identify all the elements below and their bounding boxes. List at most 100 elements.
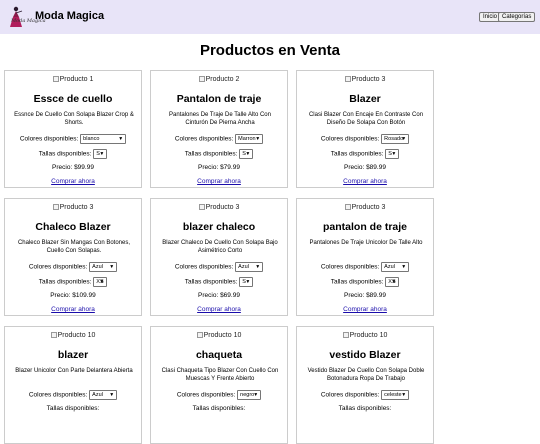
colors-label: Colores disponibles: <box>320 391 380 399</box>
sizes-label: Tallas disponibles: <box>184 278 238 286</box>
product-name: blazer <box>57 349 89 361</box>
buy-row: Comprar ahora <box>297 306 433 313</box>
sizes-label: Tallas disponibles: <box>46 405 100 412</box>
colors-label: Colores disponibles: <box>19 135 79 143</box>
product-price: Precio: $79.99 <box>198 164 240 171</box>
product-description: Essnce De Cuello Con Solapa Blazer Crop … <box>14 112 134 126</box>
colors-label: Colores disponibles: <box>320 135 380 143</box>
chevron-down-icon: ▼ <box>118 136 124 142</box>
color-select[interactable]: celeste ▼ <box>381 390 410 400</box>
product-image-alt: Producto 10 <box>203 332 242 339</box>
broken-image-icon <box>198 204 205 210</box>
broken-image-icon <box>344 76 351 82</box>
sizes-row: Tallas disponibles: <box>297 405 433 412</box>
colors-row: Colores disponibles: Azul ▼ <box>297 262 433 272</box>
brand-name[interactable]: Moda Magica <box>35 10 104 22</box>
sizes-label: Tallas disponibles: <box>192 405 246 412</box>
chevron-down-icon: ▼ <box>245 279 251 285</box>
size-select[interactable]: S ▼ <box>385 149 400 159</box>
color-select-value: Azul <box>384 264 395 270</box>
product-card: Producto 2 Pantalon de traje Pantalones De… <box>150 70 288 188</box>
chevron-down-icon: ▼ <box>109 392 115 398</box>
product-image-alt: Producto 2 <box>205 76 240 83</box>
color-select[interactable]: Azul ▼ <box>235 262 264 272</box>
product-card: Producto 10 blazer Blazer Unicolor Con Par… <box>4 326 142 444</box>
product-description: Blazer Chaleco De Cuello Con Solapa Bajo… <box>162 240 278 254</box>
product-image-alt: Producto 10 <box>57 332 96 339</box>
product-description: Clasi Chaqueta Tipo Blazer Con Cuello Co… <box>161 368 279 382</box>
product-description: Pantalones De Traje De Talle Alto Con Ci… <box>169 112 271 126</box>
color-select[interactable]: blanco ▼ <box>80 134 127 144</box>
colors-row: Colores disponibles: celeste ▼ <box>297 390 433 400</box>
product-description: Chaleco Blazer Sin Mangas Con Botones, C… <box>17 240 131 254</box>
product-image: Producto 10 <box>151 332 287 339</box>
product-price: Precio: $109.99 <box>50 292 96 299</box>
size-select[interactable]: S ▼ <box>93 149 108 159</box>
buy-row: Comprar ahora <box>151 306 287 313</box>
chevron-down-icon: ▼ <box>401 392 407 398</box>
product-image: Producto 3 <box>297 204 433 211</box>
product-card: Producto 1 Essce de cuello Essnce De Cuell… <box>4 70 142 188</box>
sizes-row: Tallas disponibles: S ▼ <box>151 277 287 287</box>
broken-image-icon <box>50 332 57 338</box>
size-select[interactable]: S ▼ <box>239 149 254 159</box>
buy-now-link[interactable]: Comprar ahora <box>343 178 387 185</box>
color-select-value: Azul <box>92 392 103 398</box>
product-card: Producto 10 chaqueta Clasi Chaqueta Tipo B… <box>150 326 288 444</box>
sizes-label: Tallas disponibles: <box>338 405 392 412</box>
sizes-label: Tallas disponibles: <box>184 150 238 158</box>
colors-row: Colores disponibles: Marron ▼ <box>151 134 287 144</box>
buy-now-link[interactable]: Comprar ahora <box>197 178 241 185</box>
colors-row: Colores disponibles: Azul ▼ <box>151 262 287 272</box>
size-select[interactable]: S ▼ <box>239 277 254 287</box>
buy-now-link[interactable]: Comprar ahora <box>51 178 95 185</box>
chevron-down-icon: ▼ <box>99 151 105 157</box>
size-select[interactable]: XS ▼ <box>93 277 108 287</box>
colors-label: Colores disponibles: <box>28 263 88 271</box>
buy-now-link[interactable]: Comprar ahora <box>51 306 95 313</box>
chevron-down-icon: ▼ <box>253 392 259 398</box>
color-select[interactable]: Marron ▼ <box>235 134 264 144</box>
colors-row: Colores disponibles: Azul ▼ <box>5 390 141 400</box>
size-select[interactable]: XS ▼ <box>385 277 400 287</box>
product-image-alt: Producto 3 <box>351 204 386 211</box>
product-image-alt: Producto 10 <box>349 332 388 339</box>
buy-row: Comprar ahora <box>151 178 287 185</box>
buy-now-link[interactable]: Comprar ahora <box>197 306 241 313</box>
chevron-down-icon: ▼ <box>255 136 261 142</box>
color-select[interactable]: negro ▼ <box>237 390 262 400</box>
color-select[interactable]: Azul ▼ <box>89 262 118 272</box>
broken-image-icon <box>342 332 349 338</box>
product-description: Vestido Blazer De Cuello Con Solapa Dobl… <box>307 368 425 382</box>
color-select[interactable]: Rosado ▼ <box>381 134 410 144</box>
colors-label: Colores disponibles: <box>174 263 234 271</box>
color-select-value: Azul <box>92 264 103 270</box>
product-image: Producto 1 <box>5 76 141 83</box>
page-title: Productos en Venta <box>199 42 341 59</box>
buy-row: Comprar ahora <box>297 178 433 185</box>
product-image: Producto 2 <box>151 76 287 83</box>
chevron-down-icon: ▼ <box>245 151 251 157</box>
product-image: Producto 10 <box>297 332 433 339</box>
buy-now-link[interactable]: Comprar ahora <box>343 306 387 313</box>
nav-categorias-button[interactable]: Categorías <box>498 12 536 22</box>
colors-row: Colores disponibles: Rosado ▼ <box>297 134 433 144</box>
colors-label: Colores disponibles: <box>28 391 88 399</box>
sizes-label: Tallas disponibles: <box>330 150 384 158</box>
sizes-row: Tallas disponibles: XS ▼ <box>297 277 433 287</box>
colors-label: Colores disponibles: <box>176 391 236 399</box>
product-name: pantalon de traje <box>322 221 407 233</box>
sizes-label: Tallas disponibles: <box>38 278 92 286</box>
product-image-alt: Producto 3 <box>351 76 386 83</box>
broken-image-icon <box>196 332 203 338</box>
product-name: vestido Blazer <box>329 349 401 361</box>
color-select[interactable]: Azul ▼ <box>381 262 410 272</box>
color-select[interactable]: Azul ▼ <box>89 390 118 400</box>
buy-row: Comprar ahora <box>5 178 141 185</box>
sizes-row: Tallas disponibles: <box>151 405 287 412</box>
colors-row: Colores disponibles: blanco ▼ <box>5 134 141 144</box>
chevron-down-icon: ▼ <box>401 136 407 142</box>
sizes-row: Tallas disponibles: S ▼ <box>5 149 141 159</box>
color-select-value: Marron <box>238 136 256 142</box>
product-image: Producto 10 <box>5 332 141 339</box>
